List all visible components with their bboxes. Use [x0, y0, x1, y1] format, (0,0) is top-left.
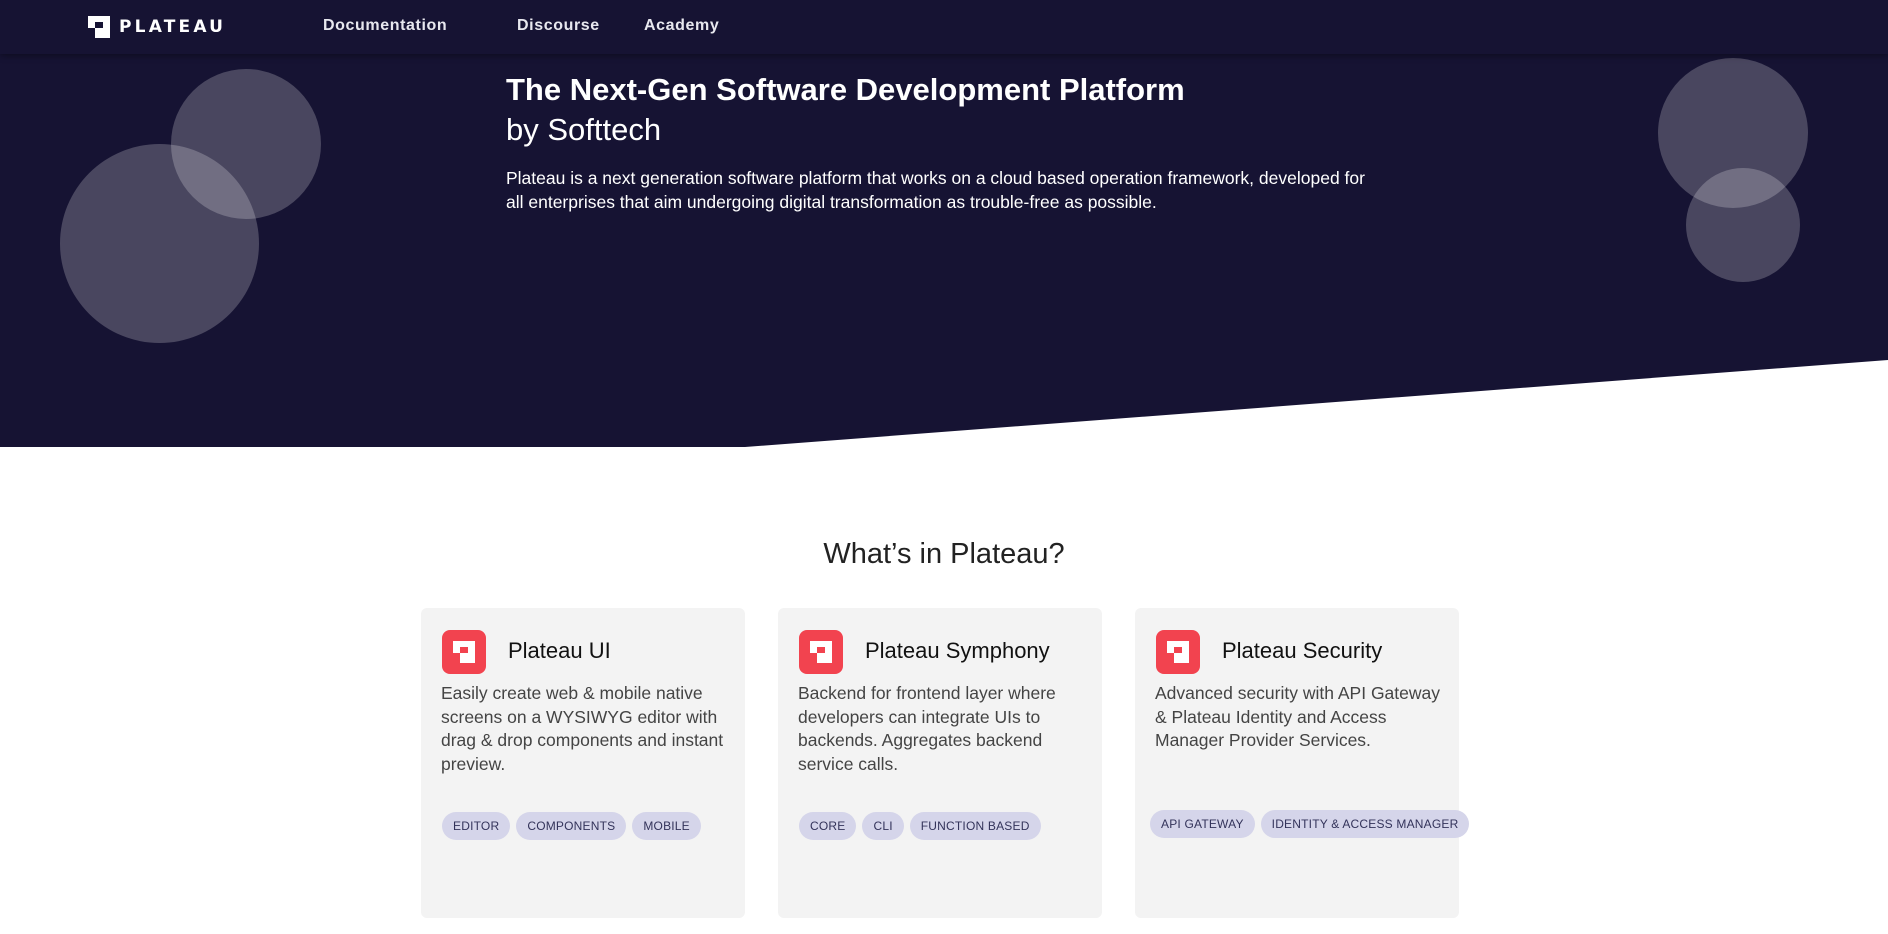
product-card-plateau-symphony[interactable]: Plateau Symphony Backend for frontend la… — [778, 608, 1102, 918]
tag-api-gateway[interactable]: API GATEWAY — [1150, 810, 1255, 838]
tag-components[interactable]: COMPONENTS — [516, 812, 627, 840]
nav-link-discourse[interactable]: Discourse — [517, 17, 600, 35]
card-title: Plateau Security — [1222, 638, 1383, 663]
tag-editor[interactable]: EDITOR — [442, 812, 511, 840]
tag-identity-access-manager[interactable]: IDENTITY & ACCESS MANAGER — [1260, 810, 1470, 838]
tag-list: API GATEWAY IDENTITY & ACCESS MANAGER — [1150, 810, 1470, 838]
tag-list: CORE CLI FUNCTION BASED — [799, 812, 1041, 840]
brand-name: PLATEAU — [119, 17, 227, 37]
plateau-logo-icon — [442, 630, 486, 674]
tag-list: EDITOR COMPONENTS MOBILE — [442, 812, 701, 840]
card-description: Advanced security with API Gateway & Pla… — [1155, 683, 1440, 750]
plateau-logo-icon — [88, 16, 110, 38]
nav-link-academy[interactable]: Academy — [644, 17, 719, 35]
hero-description: Plateau is a next generation software pl… — [506, 168, 1365, 212]
card-title: Plateau Symphony — [865, 638, 1050, 663]
hero-section: The Next-Gen Software Development Platfo… — [0, 0, 1888, 447]
plateau-logo-icon — [799, 630, 843, 674]
tag-mobile[interactable]: MOBILE — [632, 812, 701, 840]
hero-subtitle: by Softtech — [506, 112, 662, 147]
brand-logo[interactable]: PLATEAU — [88, 16, 226, 38]
section-title: What’s in Plateau? — [823, 538, 1065, 570]
tag-core[interactable]: CORE — [799, 812, 857, 840]
product-card-plateau-ui[interactable]: Plateau UI Easily create web & mobile na… — [421, 608, 745, 918]
plateau-logo-icon — [1156, 630, 1200, 674]
hero-title: The Next-Gen Software Development Platfo… — [506, 72, 1185, 107]
card-description: Backend for frontend layer where develop… — [798, 683, 1056, 774]
decorative-circle — [1686, 168, 1800, 282]
tag-function-based[interactable]: FUNCTION BASED — [909, 812, 1041, 840]
decorative-circle — [60, 144, 259, 343]
tag-cli[interactable]: CLI — [862, 812, 904, 840]
product-card-plateau-security[interactable]: Plateau Security Advanced security with … — [1135, 608, 1470, 918]
card-title: Plateau UI — [508, 638, 611, 663]
nav-link-documentation[interactable]: Documentation — [323, 17, 447, 35]
top-navbar: PLATEAU Documentation Discourse Academy — [0, 0, 1888, 54]
card-description: Easily create web & mobile native screen… — [441, 683, 724, 774]
